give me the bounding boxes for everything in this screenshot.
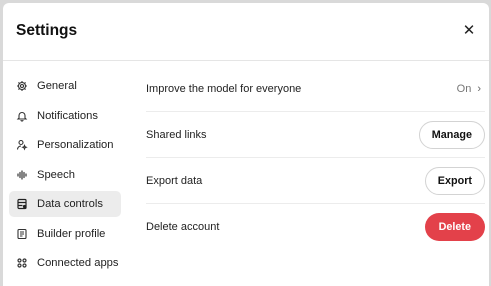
- delete-button[interactable]: Delete: [424, 213, 485, 241]
- delete-account-row: Delete account Delete: [146, 204, 485, 250]
- sidebar-item-builder-profile[interactable]: Builder profile: [9, 221, 121, 247]
- improve-model-label: Improve the model for everyone: [146, 82, 302, 95]
- manage-button[interactable]: Manage: [418, 120, 485, 149]
- bell-icon: [15, 109, 28, 122]
- settings-sidebar: General Notifications Personalization Sp…: [9, 73, 121, 280]
- export-data-label: Export data: [146, 174, 203, 187]
- export-button[interactable]: Export: [424, 166, 485, 195]
- sidebar-item-connected-apps[interactable]: Connected apps: [9, 250, 121, 276]
- sidebar-item-label: Personalization: [37, 139, 114, 151]
- improve-model-status: On: [456, 82, 472, 95]
- gear-icon: [15, 80, 28, 93]
- person-sparkle-icon: [15, 139, 28, 152]
- close-icon[interactable]: ✕: [457, 18, 481, 42]
- sidebar-item-speech[interactable]: Speech: [9, 162, 121, 188]
- sidebar-item-label: Data controls: [37, 198, 103, 210]
- sidebar-item-label: Notifications: [37, 109, 98, 122]
- sidebar-item-label: Connected apps: [37, 257, 119, 269]
- waveform-icon: [15, 168, 28, 181]
- delete-account-label: Delete account: [146, 221, 220, 233]
- sidebar-item-general[interactable]: General: [9, 73, 121, 99]
- improve-model-row[interactable]: Improve the model for everyone On ›: [146, 66, 485, 112]
- improve-model-value[interactable]: On ›: [457, 83, 485, 95]
- dialog-header: Settings ✕: [3, 3, 489, 61]
- data-controls-panel: Improve the model for everyone On › Shar…: [146, 66, 485, 250]
- settings-dialog: Settings ✕ General Notifications Persona…: [3, 3, 489, 286]
- chevron-right-icon: ›: [477, 82, 481, 95]
- sidebar-item-label: Builder profile: [37, 227, 106, 240]
- sidebar-item-data-controls[interactable]: Data controls: [9, 191, 121, 217]
- sidebar-item-label: Speech: [37, 168, 75, 181]
- export-data-row: Export data Export: [146, 158, 485, 204]
- id-card-icon: [15, 227, 28, 240]
- sidebar-item-label: General: [37, 80, 77, 92]
- dialog-title: Settings: [16, 22, 78, 39]
- shared-links-label: Shared links: [146, 128, 207, 141]
- sidebar-item-notifications[interactable]: Notifications: [9, 103, 121, 129]
- database-icon: [15, 198, 28, 211]
- apps-grid-icon: [15, 257, 28, 270]
- shared-links-row: Shared links Manage: [146, 112, 485, 158]
- sidebar-item-personalization[interactable]: Personalization: [9, 132, 121, 158]
